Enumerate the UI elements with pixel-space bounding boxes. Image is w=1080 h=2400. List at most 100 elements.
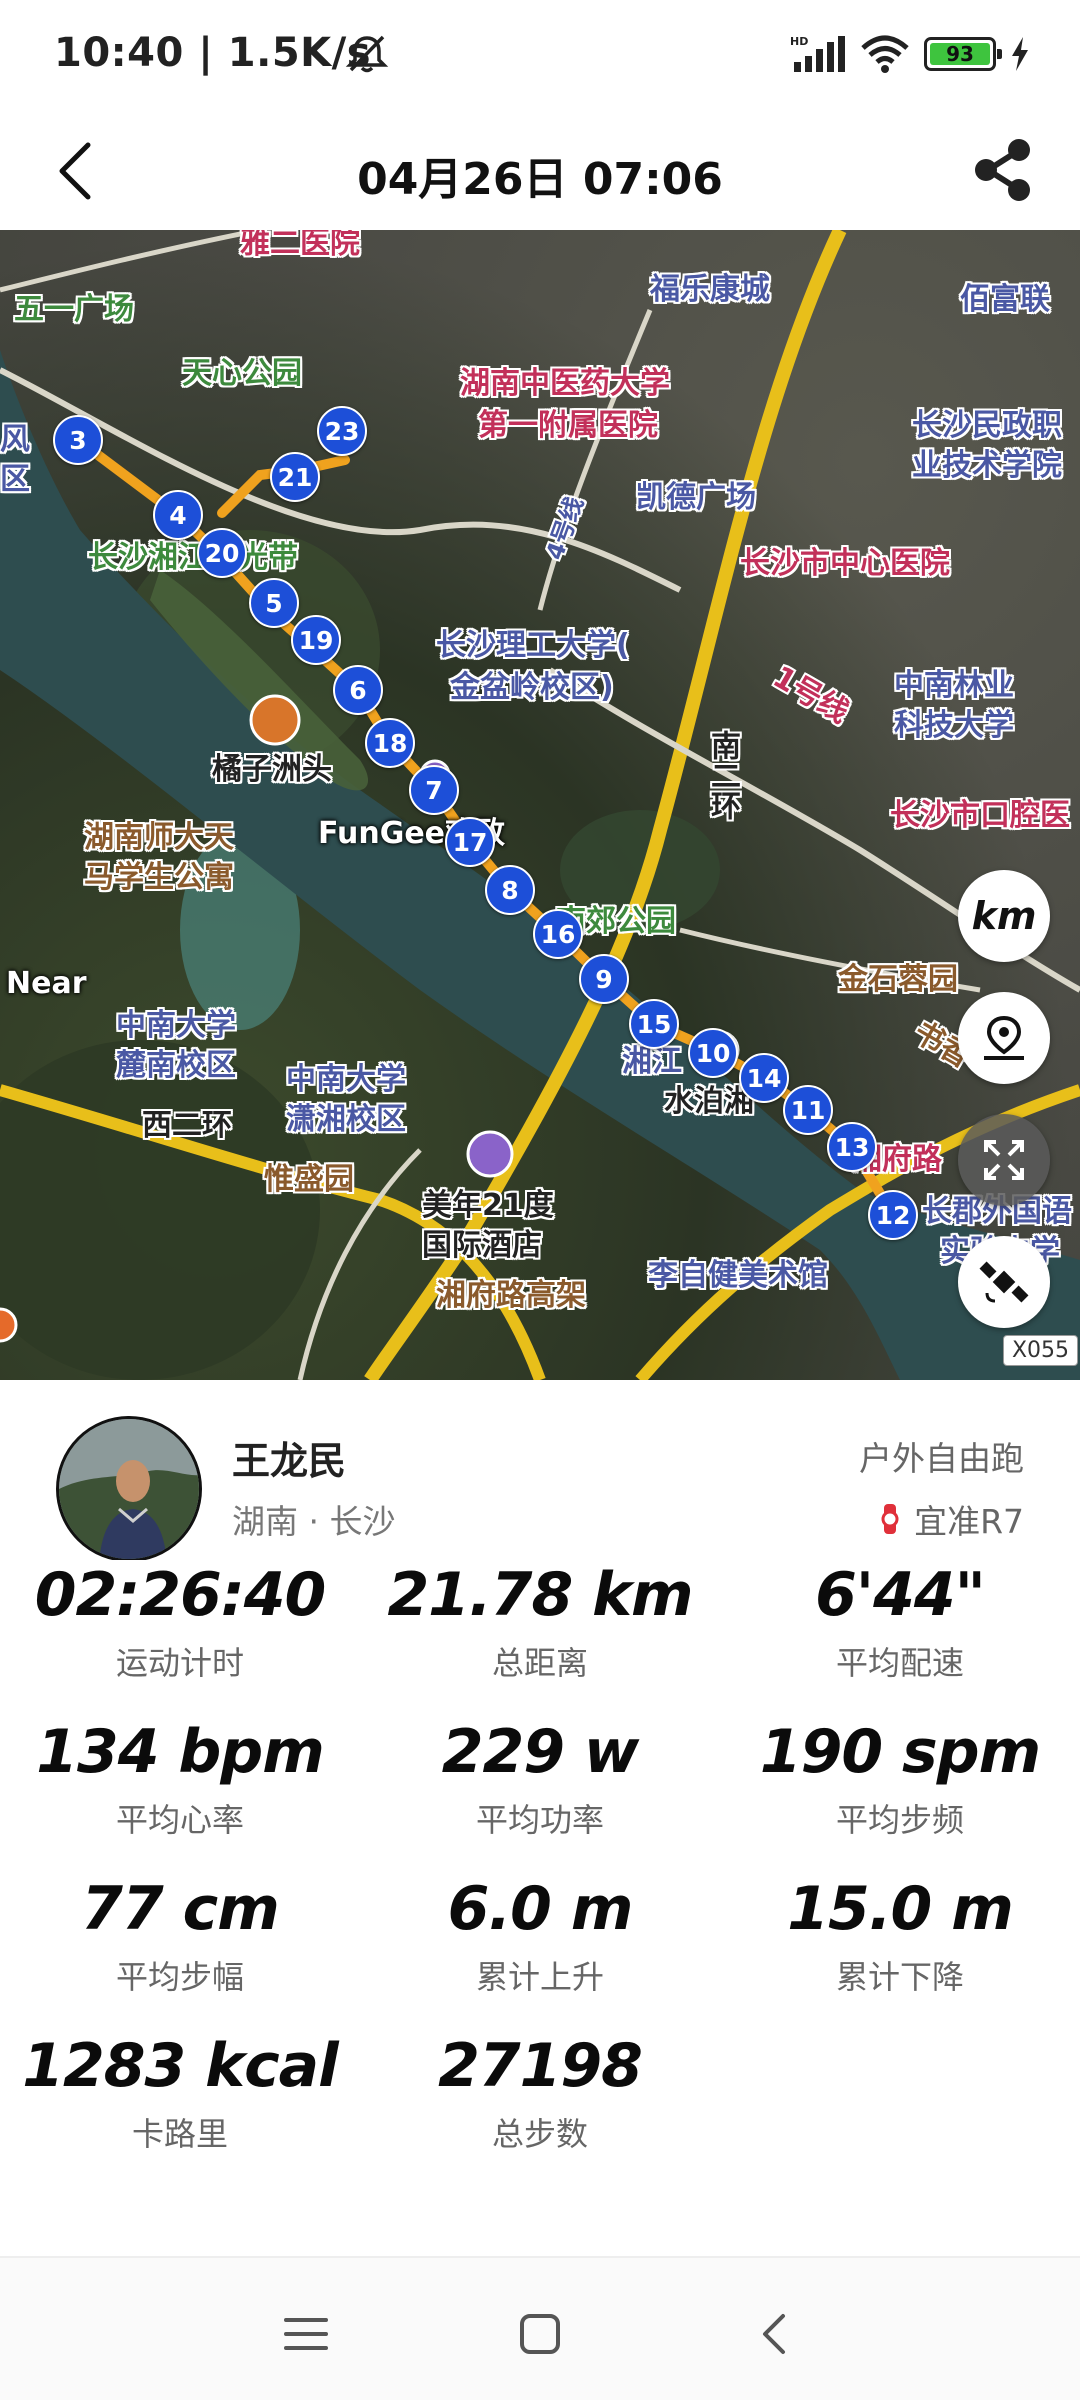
km-marker[interactable]: 19 xyxy=(291,615,341,665)
map-label: 长沙湘江风光带 xyxy=(88,540,298,575)
km-marker[interactable]: 12 xyxy=(868,1190,918,1240)
map-label: 中南大学 xyxy=(116,1008,236,1043)
map-label: 金盆岭校区) xyxy=(450,670,614,705)
unit-toggle-label: km xyxy=(971,894,1037,938)
hd-tag: HD xyxy=(790,35,808,48)
home-button[interactable] xyxy=(500,2294,580,2374)
signal-icon: HD xyxy=(790,34,846,74)
map-label: 风 xyxy=(0,422,30,457)
watch-icon xyxy=(881,1504,899,1534)
stats-grid: 02:26:40 运动计时 21.78 km 总距离 6'44" 平均配速 13… xyxy=(0,1560,1080,2190)
location-pin-icon xyxy=(984,1015,1024,1060)
share-icon xyxy=(975,139,1030,201)
profile-section: 王龙民 湖南 · 长沙 户外自由跑 宜准R7 xyxy=(0,1380,1080,1580)
device-name: 宜准R7 xyxy=(914,1502,1024,1541)
map-label: 湖南中医药大学 xyxy=(460,366,670,401)
device-info: 宜准R7 xyxy=(880,1495,1024,1543)
share-button[interactable] xyxy=(958,125,1048,215)
map-label: 长沙民政职 xyxy=(912,408,1062,443)
stat-value: 134 bpm xyxy=(36,1717,325,1787)
back-triangle-icon xyxy=(763,2314,785,2354)
km-marker[interactable]: 9 xyxy=(579,954,629,1004)
stat-value: 6'44" xyxy=(815,1560,986,1630)
map-label: 长沙理工大学( xyxy=(436,628,630,663)
km-marker[interactable]: 23 xyxy=(317,406,367,456)
km-marker[interactable]: 8 xyxy=(485,865,535,915)
stat-label: 平均配速 xyxy=(835,1644,964,1682)
km-marker[interactable]: 18 xyxy=(365,718,415,768)
map-label: 五一广场 xyxy=(14,292,134,327)
map-label: 马学生公寓 xyxy=(84,860,234,895)
stat-duration: 02:26:40 运动计时 xyxy=(0,1560,360,1684)
map-label: 西二环 xyxy=(142,1108,232,1143)
km-marker[interactable]: 17 xyxy=(445,817,495,867)
stat-distance: 21.78 km 总距离 xyxy=(360,1560,720,1684)
stat-value: 6.0 m xyxy=(447,1874,634,1944)
map-label: 业技术学院 xyxy=(912,448,1062,483)
km-marker[interactable]: 7 xyxy=(409,765,459,815)
system-nav-bar xyxy=(0,2256,1080,2400)
wifi-icon xyxy=(860,34,910,74)
km-marker[interactable]: 5 xyxy=(249,578,299,628)
mute-icon xyxy=(345,34,389,78)
avatar[interactable] xyxy=(56,1416,202,1562)
map-label: 惟盛园 xyxy=(264,1162,354,1197)
recents-button[interactable] xyxy=(266,2294,346,2374)
map-label: 雅二医院 xyxy=(240,230,360,261)
locate-button[interactable] xyxy=(958,992,1050,1084)
stat-label: 累计下降 xyxy=(835,1958,964,1996)
km-marker[interactable]: 13 xyxy=(827,1122,877,1172)
map-label: 国际酒店 xyxy=(422,1228,542,1263)
stat-ascent: 6.0 m 累计上升 xyxy=(360,1874,720,1998)
map-label: 湘府路高架 xyxy=(436,1278,586,1313)
stat-label: 总距离 xyxy=(491,1644,588,1682)
stat-label: 平均心率 xyxy=(115,1801,244,1839)
map-label: 美年21度 xyxy=(422,1188,554,1223)
km-marker[interactable]: 11 xyxy=(783,1085,833,1135)
status-icons: HD 93 xyxy=(790,34,1030,74)
home-square-icon xyxy=(520,2314,560,2354)
km-marker[interactable]: 21 xyxy=(270,452,320,502)
stat-value: 21.78 km xyxy=(387,1560,693,1630)
page-title: 04月26日 07:06 xyxy=(357,154,723,205)
route-map[interactable]: 雅二医院 五一广场 天心公园 福乐康城 佰富联 湖南中医药大学 第一附属医院 长… xyxy=(0,230,1080,1380)
km-marker[interactable]: 4 xyxy=(153,490,203,540)
avatar-image xyxy=(59,1419,199,1559)
unit-toggle-button[interactable]: km xyxy=(958,870,1050,962)
stat-value: 190 spm xyxy=(759,1717,1041,1787)
fullscreen-button[interactable] xyxy=(958,1114,1050,1206)
km-marker[interactable]: 16 xyxy=(533,909,583,959)
km-marker[interactable]: 10 xyxy=(688,1028,738,1078)
km-marker[interactable]: 3 xyxy=(53,415,103,465)
map-label: 长沙市中心医院 xyxy=(740,546,950,581)
map-label: 科技大学 xyxy=(894,708,1014,743)
stat-value: 1283 kcal xyxy=(22,2031,338,2101)
map-label: 中南林业 xyxy=(894,668,1014,703)
system-back-button[interactable] xyxy=(734,2294,814,2374)
km-marker[interactable]: 15 xyxy=(629,999,679,1049)
map-label: 区 xyxy=(0,462,30,497)
stat-cadence: 190 spm 平均步频 xyxy=(720,1717,1080,1841)
map-label: 麓南校区 xyxy=(116,1048,236,1083)
stat-label: 平均功率 xyxy=(475,1801,604,1839)
activity-type: 户外自由跑 xyxy=(859,1439,1024,1478)
stat-label: 累计上升 xyxy=(475,1958,604,1996)
map-label: 中南大学 xyxy=(286,1062,406,1097)
stat-value: 27198 xyxy=(438,2031,643,2101)
menu-icon xyxy=(284,2318,328,2350)
km-marker[interactable]: 6 xyxy=(333,665,383,715)
stat-label: 总步数 xyxy=(491,2115,588,2153)
satellite-layer-button[interactable] xyxy=(958,1236,1050,1328)
status-time: 10:40 | 1.5K/s xyxy=(54,30,372,76)
stat-label: 运动计时 xyxy=(115,1644,244,1682)
km-marker[interactable]: 20 xyxy=(197,528,247,578)
map-label: 凯德广场 xyxy=(636,480,756,515)
stat-label: 卡路里 xyxy=(131,2115,228,2153)
stat-steps: 27198 总步数 xyxy=(360,2031,720,2155)
map-label: Near xyxy=(6,966,87,1001)
km-marker[interactable]: 14 xyxy=(739,1053,789,1103)
stat-calories: 1283 kcal 卡路里 xyxy=(0,2031,360,2155)
map-label: 湖南师大天 xyxy=(84,820,234,855)
map-label: 橘子洲头 xyxy=(212,752,332,787)
map-label: 潇湘校区 xyxy=(286,1102,406,1137)
